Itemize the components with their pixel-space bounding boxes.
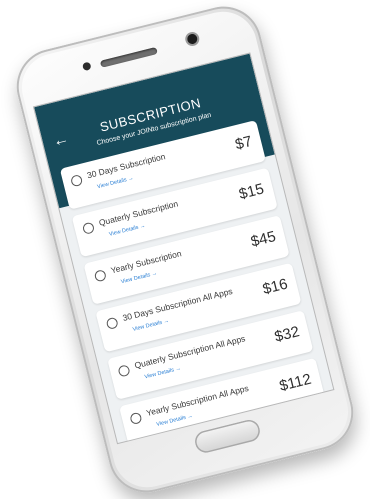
view-details-link[interactable]: View Details → [97, 175, 135, 190]
plan-price: $45 [249, 227, 278, 251]
view-details-link[interactable]: View Details → [120, 271, 158, 286]
radio-button[interactable] [93, 269, 108, 283]
radio-button[interactable] [81, 221, 96, 235]
radio-button[interactable] [105, 316, 119, 330]
radio-button[interactable] [129, 411, 143, 426]
phone-device: ← SUBSCRIPTION Choose your JOINto subscr… [8, 0, 362, 499]
plan-price: $7 [233, 132, 254, 154]
plan-name: Yearly Subscription [109, 248, 183, 276]
plan-price: $15 [237, 180, 266, 203]
view-details-link[interactable]: View Details → [132, 318, 170, 333]
plan-price: $16 [260, 275, 290, 299]
stage: ← SUBSCRIPTION Choose your JOINto subscr… [0, 0, 370, 499]
app-screen: ← SUBSCRIPTION Choose your JOINto subscr… [32, 52, 335, 445]
view-details-link[interactable]: View Details → [144, 366, 182, 381]
view-details-link[interactable]: View Details → [108, 223, 146, 238]
view-details-link[interactable]: View Details → [156, 413, 194, 428]
plan-price: $32 [272, 323, 302, 346]
radio-button[interactable] [117, 364, 131, 378]
radio-button[interactable] [69, 174, 84, 188]
plan-price: $112 [277, 370, 314, 395]
